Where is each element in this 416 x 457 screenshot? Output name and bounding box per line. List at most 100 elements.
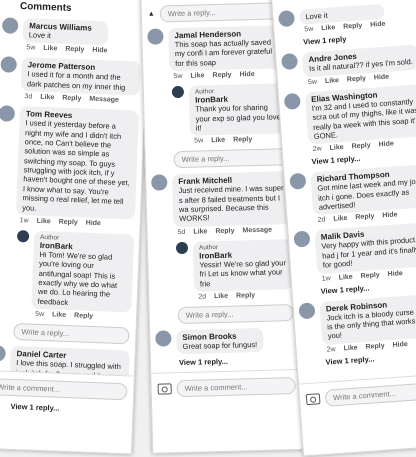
reply-button[interactable]: Reply: [347, 75, 367, 83]
comment-actions: 5w Like Reply: [190, 133, 290, 145]
comment-timestamp: 5w: [35, 310, 45, 319]
avatar[interactable]: [0, 105, 16, 122]
like-button[interactable]: Like: [343, 344, 357, 352]
comment-input[interactable]: Write a comment...: [0, 378, 128, 401]
comment-bubble: Jamal Henderson This soap has actually sa…: [168, 25, 289, 72]
hide-button[interactable]: Hide: [378, 141, 394, 149]
reply-button[interactable]: Reply: [65, 46, 84, 54]
message-button[interactable]: Message: [89, 96, 119, 104]
hide-button[interactable]: Hide: [374, 73, 390, 81]
avatar[interactable]: [281, 53, 299, 71]
avatar[interactable]: [0, 345, 6, 362]
avatar[interactable]: [0, 56, 17, 74]
like-button[interactable]: Like: [37, 218, 51, 226]
like-button[interactable]: Like: [214, 293, 228, 300]
reply-input[interactable]: Write a reply...: [159, 2, 287, 23]
comment-bubble: Author IronBark Thank you for sharing your…: [188, 83, 291, 136]
like-button[interactable]: Like: [321, 25, 335, 33]
avatar[interactable]: [1, 17, 19, 34]
comment-bubble: Tom Reeves I used it yesterday before a n…: [15, 106, 140, 220]
comment-bubble: Richard Thompson Got mine last week and m…: [310, 163, 416, 216]
avatar[interactable]: [298, 301, 316, 319]
comment-actions: 5d Like Reply Message: [173, 224, 292, 236]
reply-button[interactable]: Reply: [74, 312, 93, 320]
comment-timestamp: 3d: [24, 93, 33, 101]
comment-composer: Write a comment...: [299, 372, 416, 416]
reply-button[interactable]: Reply: [59, 218, 78, 226]
like-button[interactable]: Like: [190, 72, 204, 79]
camera-icon[interactable]: [305, 393, 321, 406]
hide-button[interactable]: Hide: [239, 71, 254, 78]
avatar[interactable]: [171, 86, 185, 99]
reply-button[interactable]: Reply: [233, 136, 252, 143]
reply-button[interactable]: Reply: [351, 142, 371, 150]
reply-comment: Author IronBark Yessir! We're so glad your…: [148, 236, 300, 305]
avatar[interactable]: [277, 10, 296, 28]
reply-button[interactable]: Reply: [62, 95, 81, 103]
avatar[interactable]: [175, 241, 189, 254]
reply-button[interactable]: Reply: [215, 227, 234, 234]
comment-timestamp: 5w: [173, 73, 183, 81]
like-button[interactable]: Like: [338, 273, 352, 281]
hide-button[interactable]: Hide: [86, 220, 101, 228]
like-button[interactable]: Like: [193, 228, 207, 235]
comment-text: I'm 32 and I used to constantly scra out…: [311, 96, 416, 141]
message-button[interactable]: Message: [242, 226, 272, 234]
like-button[interactable]: Like: [52, 312, 66, 320]
avatar[interactable]: [151, 174, 168, 192]
comment: Tom Reeves I used it yesterday before a n…: [0, 102, 144, 231]
avatar[interactable]: [293, 230, 311, 248]
hide-button[interactable]: Hide: [92, 47, 107, 55]
comment-timestamp: 2d: [317, 216, 326, 225]
comment: Richard Thompson Got mine last week and m…: [284, 160, 416, 229]
comment: Simon Brooks Great soap for fungus!: [150, 324, 301, 358]
like-button[interactable]: Like: [40, 94, 54, 102]
comment-timestamp: 5d: [177, 228, 186, 236]
reply-input-row: Write a reply...: [177, 303, 294, 324]
reply-button[interactable]: Reply: [360, 271, 380, 279]
comment-actions: 5w Like Reply Hide: [169, 68, 288, 80]
reply-button[interactable]: Reply: [343, 23, 363, 31]
reply-button[interactable]: Reply: [236, 292, 255, 299]
reply-input[interactable]: Write a reply...: [173, 148, 290, 169]
reply-input[interactable]: Write a reply...: [177, 303, 294, 324]
camera-icon[interactable]: [157, 383, 172, 395]
reply-comment: Author IronBark Hi Tom! We're so glad you'…: [0, 226, 139, 325]
comment-text: This soap has actually saved my confi I …: [174, 37, 273, 68]
avatar[interactable]: [155, 330, 172, 347]
reply-input-row: ▲ Write a reply...: [148, 2, 287, 23]
comment-timestamp: 5w: [194, 137, 204, 145]
hide-button[interactable]: Hide: [392, 341, 408, 349]
hide-button[interactable]: Hide: [382, 212, 398, 220]
avatar[interactable]: [289, 172, 307, 190]
reply-button[interactable]: Reply: [212, 72, 231, 79]
comment: Malik Davis Very happy with this product.…: [288, 218, 416, 287]
sort-arrow-icon[interactable]: ▲: [148, 11, 155, 18]
avatar[interactable]: [283, 92, 301, 110]
like-button[interactable]: Like: [211, 137, 225, 144]
comment: Elias Washington I'm 32 and I used to con…: [279, 80, 416, 158]
avatar[interactable]: [147, 28, 164, 45]
like-button[interactable]: Like: [325, 77, 339, 85]
like-button[interactable]: Like: [329, 144, 343, 152]
like-button[interactable]: Like: [333, 215, 347, 223]
avatar[interactable]: [16, 229, 30, 243]
reply-input[interactable]: Write a reply...: [13, 323, 130, 345]
comment-bubble: Simon Brooks Great soap for fungus!: [176, 327, 264, 355]
like-button[interactable]: Like: [43, 45, 57, 53]
hide-button[interactable]: Hide: [370, 21, 386, 29]
comment-input[interactable]: Write a comment...: [324, 380, 416, 407]
reply-button[interactable]: Reply: [365, 342, 385, 350]
reply-button[interactable]: Reply: [355, 213, 375, 221]
comments-panel-left: ← Comments Marcus WilliamsLove it5wLikeR…: [0, 0, 150, 455]
comment-bubble: Derek Robinson Jock itch is a bloody curs…: [319, 292, 416, 345]
comment: Marcus Williams Love it 5w Like Reply Hide: [0, 14, 148, 59]
comment-bubble: Elias Washington I'm 32 and I used to con…: [304, 83, 416, 145]
comment-actions: 2d Like Reply: [194, 289, 294, 301]
comment-timestamp: 5w: [307, 78, 318, 86]
comment-input[interactable]: Write a comment...: [176, 377, 296, 398]
comment: Jerome Patterson I used it for a month an…: [0, 53, 146, 107]
hide-button[interactable]: Hide: [387, 270, 403, 278]
comment-timestamp: 5w: [26, 44, 36, 52]
reply-input-row: Write a reply...: [13, 323, 130, 345]
